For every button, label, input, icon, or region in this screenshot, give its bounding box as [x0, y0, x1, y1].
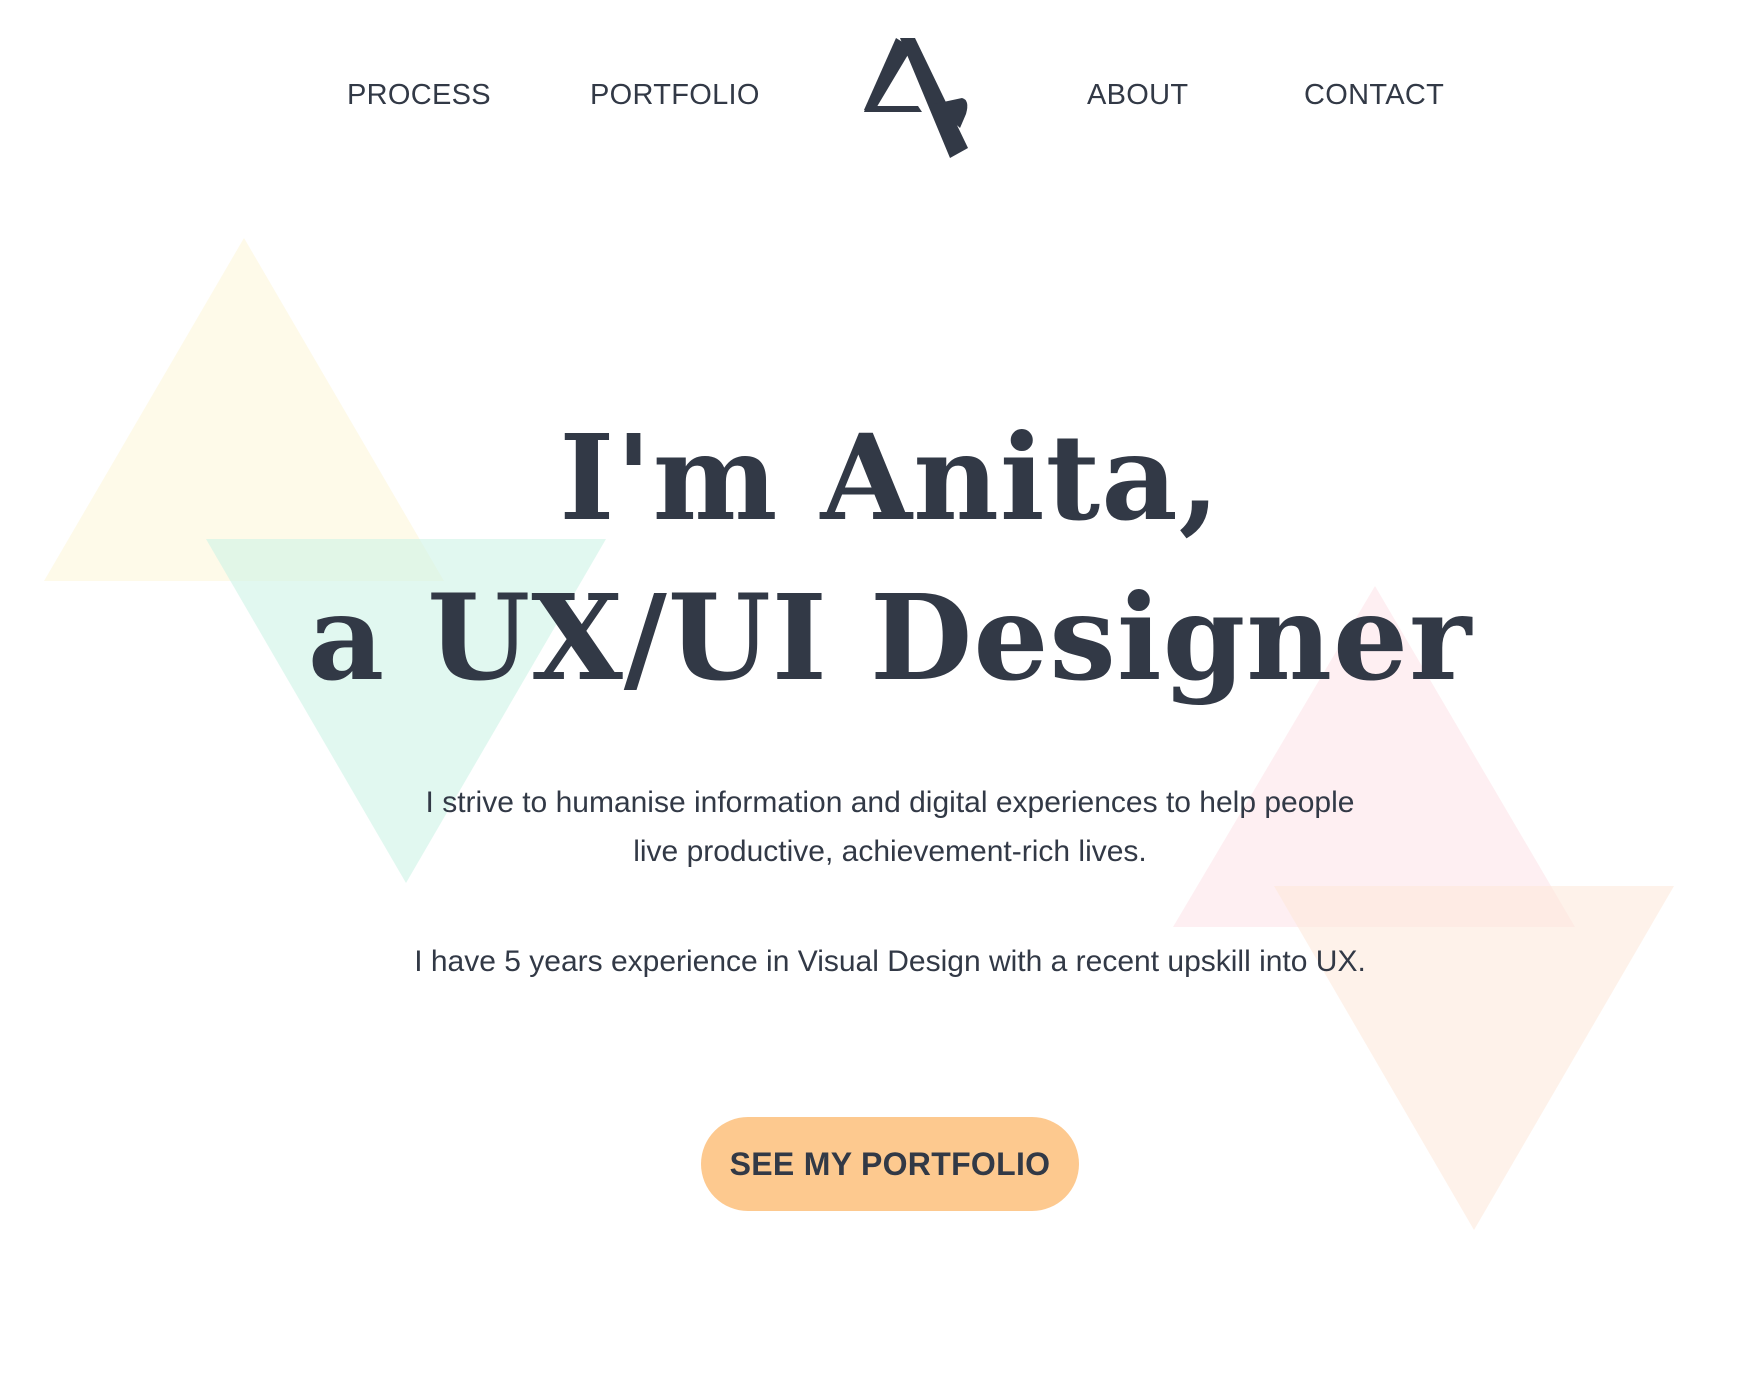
nav-link-process[interactable]: PROCESS — [347, 79, 491, 112]
page: PROCESS PORTFOLIO ABOUT CONTACT I'm Anit… — [0, 0, 1740, 1400]
hero-description-line-2: live productive, achievement-rich lives. — [633, 835, 1147, 868]
hero-description-line-1: I strive to humanise information and dig… — [425, 786, 1355, 819]
hero-experience-text: I have 5 years experience in Visual Desi… — [414, 945, 1366, 978]
see-my-portfolio-button[interactable]: SEE MY PORTFOLIO — [701, 1117, 1079, 1211]
hero-description: I strive to humanise information and dig… — [0, 778, 1740, 876]
hero-title-line-2: a UX/UI Designer — [307, 568, 1473, 707]
nav-link-contact[interactable]: CONTACT — [1304, 79, 1444, 112]
hero-title-line-1: I'm Anita, — [559, 408, 1221, 547]
hero-title: I'm Anita, a UX/UI Designer — [0, 398, 1740, 718]
nav-link-about[interactable]: ABOUT — [1087, 79, 1188, 112]
nav-link-portfolio[interactable]: PORTFOLIO — [590, 79, 760, 112]
av-monogram-logo-icon[interactable] — [864, 38, 970, 158]
